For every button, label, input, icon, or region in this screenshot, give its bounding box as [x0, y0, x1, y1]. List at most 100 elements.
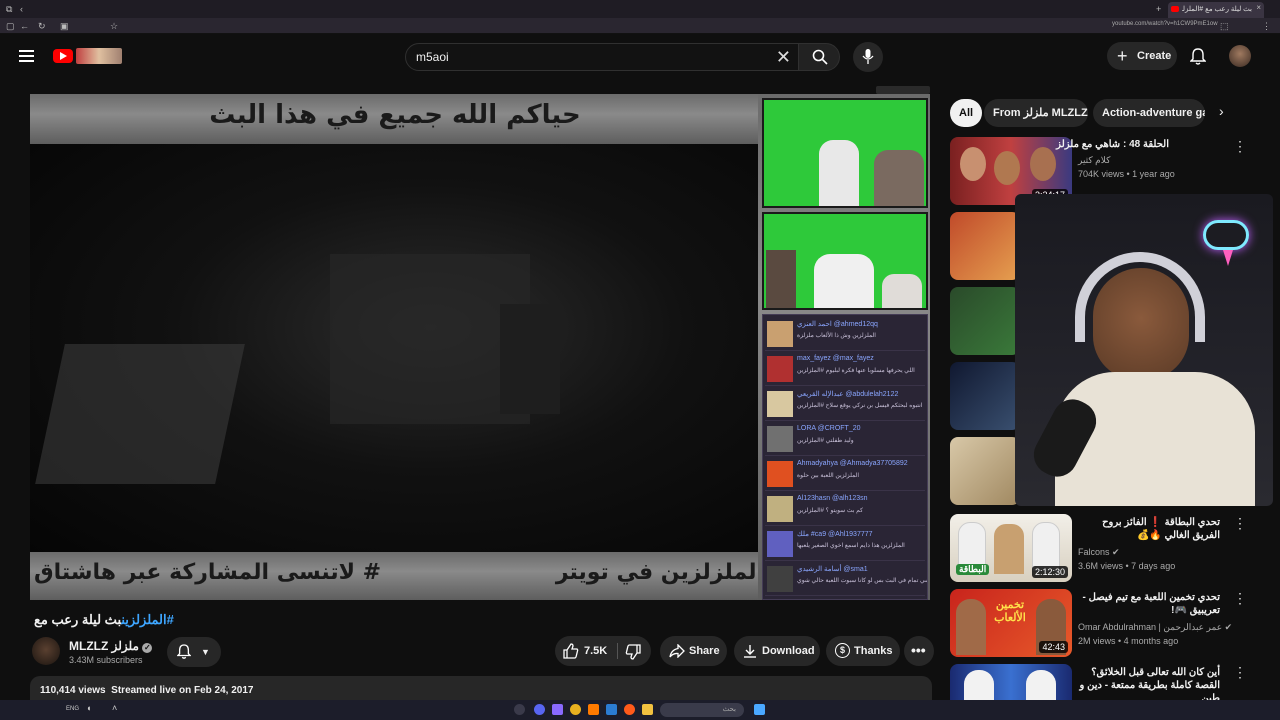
more-vertical-icon[interactable]: ⋮: [1233, 590, 1247, 607]
more-actions-button[interactable]: •••: [904, 636, 934, 666]
chat-message: أسامة الرشيدي @sma1 الملزلزين هلا بمودلك …: [765, 562, 927, 596]
chat-text: اللي يحرفها مسلوبا عنها فكرة لبليوم #الم…: [797, 368, 915, 374]
chat-avatar: [767, 356, 793, 382]
more-vertical-icon[interactable]: ⋮: [1233, 515, 1247, 532]
twitter-chat-feed: احمد العنزي @ahmed12qq الملزلزين وش ذا ال…: [762, 314, 928, 600]
notifications-bell-icon[interactable]: [1190, 48, 1206, 66]
new-tab-icon[interactable]: +: [1156, 2, 1161, 16]
download-label: Download: [762, 645, 815, 657]
browser-menu-icon[interactable]: ⋮: [1262, 19, 1271, 33]
search-input[interactable]: [416, 48, 756, 66]
view-stats: 110,414 views Streamed live on Feb 24, 2…: [40, 685, 254, 696]
thumbs-down-icon: [625, 644, 641, 660]
chat-avatar: [767, 321, 793, 347]
video-title: تحدي تخمين اللعبة مع تيم فيصل - تعريبيق …: [1082, 592, 1220, 616]
create-button[interactable]: + Create: [1107, 42, 1177, 70]
video-thumbnail[interactable]: البطاقة 2:12:30: [950, 514, 1072, 582]
dislike-button[interactable]: [618, 636, 651, 666]
video-title: #الملزلزينبث ليلة رعب مع: [34, 612, 174, 628]
window-menu-icon[interactable]: ⧉: [6, 2, 12, 16]
microphone-icon: [862, 49, 874, 64]
taskbar-search-text: بحث: [722, 706, 736, 713]
clear-search-icon[interactable]: ✕: [776, 46, 791, 68]
chips-next-chevron-icon[interactable]: ›: [1219, 103, 1224, 119]
subscribed-notifications-button[interactable]: ▼: [167, 637, 221, 667]
url-field[interactable]: youtube.com/watch?v=h1CW9PmE1ow: [1112, 21, 1218, 27]
volume-icon[interactable]: ◖: [86, 703, 91, 713]
title-hashtag-link[interactable]: #الملزلزين: [121, 612, 173, 627]
description-box[interactable]: 110,414 views Streamed live on Feb 24, 2…: [30, 676, 932, 700]
taskbar-app-icon-1[interactable]: [514, 704, 525, 715]
chat-text: الملزلزين هذا دايم اسمع اخوي الصغير يلعب…: [797, 543, 905, 549]
more-vertical-icon[interactable]: ⋮: [1233, 138, 1247, 155]
chat-username: احمد العنزي @ahmed12qq: [797, 321, 878, 328]
chat-message: Ahmadyahya @Ahmadya37705892 الملزلزين الل…: [765, 457, 925, 491]
share-icon: [669, 644, 685, 658]
file-explorer-icon[interactable]: [642, 704, 653, 715]
related-video-thumb-5[interactable]: [950, 437, 1020, 505]
like-button[interactable]: 7.5K: [555, 636, 615, 666]
chip-action-adventure[interactable]: Action-adventure gam: [1093, 99, 1205, 127]
related-video-thumb-4[interactable]: [950, 362, 1020, 430]
video-channel: Falcons ✔: [1078, 547, 1120, 557]
workspace-icon[interactable]: ▣: [60, 19, 69, 33]
webcam-feed-2: [762, 212, 928, 310]
video-channel: كلام كثير: [1078, 155, 1111, 165]
related-video-thumb-3[interactable]: [950, 287, 1020, 355]
thumb-overlay-text: تخمين الألعاب: [994, 599, 1026, 624]
doodle-logo-icon: [76, 48, 122, 64]
windows-start-icon[interactable]: [754, 704, 765, 715]
taskbar-search[interactable]: بحث: [660, 703, 744, 717]
related-video-thumb-2[interactable]: [950, 212, 1020, 280]
back-button-icon[interactable]: ←: [20, 19, 29, 33]
download-button[interactable]: Download: [734, 636, 820, 666]
chip-from-channel[interactable]: From ملزلز MLZLZ: [984, 99, 1088, 127]
video-thumbnail[interactable]: [950, 664, 1072, 700]
taskbar-app-icon-5[interactable]: [606, 704, 617, 715]
voice-search-button[interactable]: [853, 42, 883, 72]
share-button[interactable]: Share: [660, 636, 727, 666]
firefox-icon[interactable]: [624, 704, 635, 715]
active-tab[interactable]: بث ليلة رعب مع #الملزلزين ×: [1168, 2, 1264, 18]
channel-name[interactable]: MLZLZ ملزلز ✓: [69, 639, 153, 653]
extensions-icon[interactable]: ⬚: [1220, 19, 1229, 33]
chrome-icon[interactable]: [570, 704, 581, 715]
video-thumbnail[interactable]: تخمين الألعاب 42:43: [950, 589, 1072, 657]
chip-all[interactable]: All: [950, 99, 983, 127]
video-meta: 2M views • 4 months ago: [1078, 636, 1179, 646]
tab-title: بث ليلة رعب مع #الملزلزين: [1182, 6, 1252, 13]
verified-check-icon: ✓: [142, 643, 153, 653]
streamer-face: [1093, 268, 1189, 380]
taskbar-app-icon-3[interactable]: [552, 704, 563, 715]
sidebar-toggle-icon[interactable]: ▢: [6, 19, 15, 33]
hamburger-menu-icon[interactable]: [19, 50, 34, 62]
browser-tab-bar: ⧉ ‹ + بث ليلة رعب مع #الملزلزين ×: [0, 0, 1280, 18]
youtube-logo[interactable]: [53, 49, 73, 63]
close-tab-icon[interactable]: ×: [1256, 3, 1261, 12]
taskbar-app-icon-2[interactable]: [534, 704, 545, 715]
search-button[interactable]: [798, 43, 840, 71]
chat-message: ملك #ca9 @Ahl1937777 الملزلزين هذا دايم ا…: [765, 527, 925, 561]
more-vertical-icon[interactable]: ⋮: [1233, 664, 1247, 681]
video-title: تحدي البطاقة ❗ الفائز بروح الفريق الغالي…: [1102, 517, 1220, 541]
language-indicator[interactable]: ENG: [66, 706, 79, 712]
player-top-right-badge: [876, 86, 930, 94]
thanks-button[interactable]: $ Thanks: [826, 636, 900, 666]
create-label: Create: [1137, 50, 1172, 62]
super-thanks-icon: $: [835, 643, 850, 658]
system-tray-chevron-icon[interactable]: ˄: [112, 703, 117, 713]
chat-username: max_fayez @max_fayez: [797, 355, 874, 362]
video-player[interactable]: حياكم الله جميع في هذا البث # لاتنسى الم…: [30, 94, 930, 600]
channel-avatar[interactable]: [32, 637, 60, 665]
taskbar-app-icon-4[interactable]: [588, 704, 599, 715]
reload-icon[interactable]: ↻: [38, 19, 46, 33]
video-meta: 3.6M views • 7 days ago: [1078, 561, 1176, 571]
chat-avatar: [767, 531, 793, 557]
title-text: بث ليلة رعب مع: [34, 612, 122, 627]
chat-message: LORA @CROFT_20 وليد طفلتي #الملزلزين: [765, 422, 925, 456]
back-icon[interactable]: ‹: [20, 2, 23, 16]
overlay-top-banner: حياكم الله جميع في هذا البث: [30, 94, 760, 144]
account-avatar[interactable]: [1229, 45, 1251, 67]
chat-username: عبدالإله القريعي @abdulelah2122: [797, 391, 899, 398]
bookmark-star-icon[interactable]: ☆: [110, 19, 118, 33]
